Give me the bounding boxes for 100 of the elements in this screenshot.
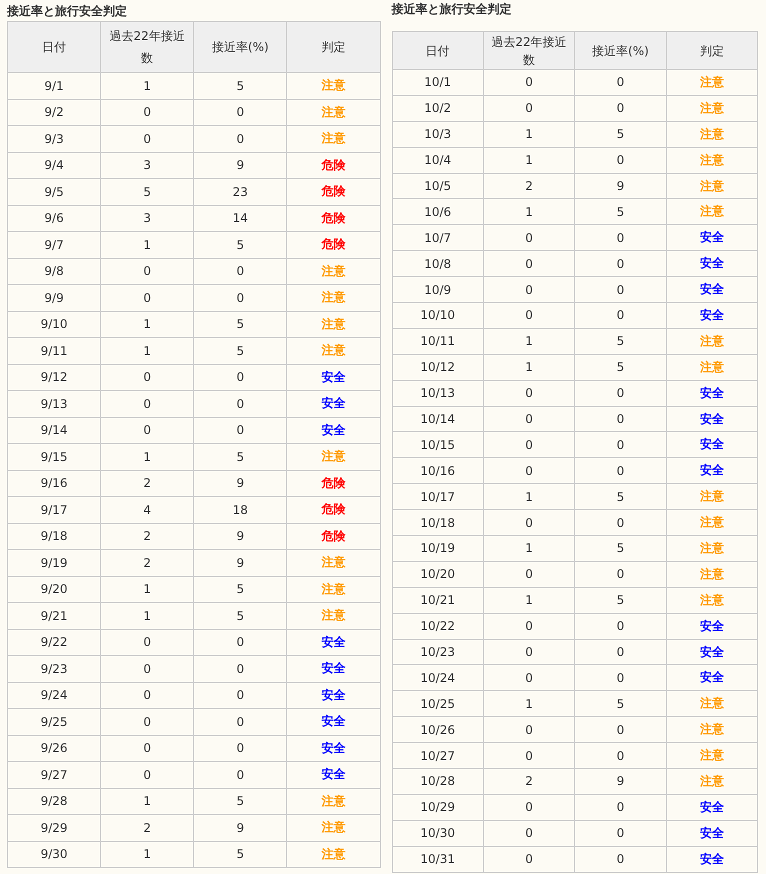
table-cell: 0	[574, 613, 666, 640]
verdict-cell: 注意	[666, 768, 758, 794]
table-cell: 5	[574, 587, 666, 614]
table-cell: 1	[100, 602, 194, 629]
table-cell: 0	[483, 95, 575, 122]
table-cell: 5	[574, 536, 666, 562]
table-cell: 0	[483, 639, 575, 665]
verdict-cell: 注意	[666, 536, 758, 562]
verdict-cell: 安全	[666, 406, 758, 432]
table-cell: 0	[100, 364, 194, 390]
verdict-cell: 安全	[286, 364, 380, 390]
table-cell: 0	[574, 250, 666, 277]
verdict-cell: 注意	[666, 121, 758, 148]
table-cell: 10/11	[392, 328, 484, 354]
column-header: 判定	[286, 22, 380, 72]
table-cell: 9/26	[8, 735, 101, 762]
table-cell: 0	[574, 302, 666, 328]
table-cell: 10/27	[392, 742, 484, 769]
verdict-cell: 注意	[286, 284, 380, 311]
table-cell: 10/24	[392, 664, 484, 691]
table-cell: 0	[574, 70, 666, 96]
table-cell: 9	[194, 470, 287, 496]
table-cell: 10/6	[392, 198, 484, 225]
verdict-cell: 注意	[286, 338, 380, 364]
table-cell: 9	[194, 523, 287, 550]
table-cell: 0	[483, 794, 575, 820]
table-cell: 9/2	[8, 99, 101, 126]
table-cell: 0	[483, 510, 575, 536]
table-cell: 1	[100, 311, 194, 338]
table-cell: 0	[483, 70, 575, 96]
verdict-cell: 安全	[286, 656, 380, 682]
verdict-cell: 注意	[666, 173, 758, 199]
table-cell: 1	[483, 484, 575, 510]
table-cell: 10/28	[392, 768, 484, 794]
verdict-cell: 注意	[666, 70, 758, 96]
table-cell: 1	[100, 72, 194, 99]
table-cell: 2	[100, 470, 194, 496]
table-cell: 0	[483, 613, 575, 640]
table-cell: 0	[574, 458, 666, 484]
table-cell: 5	[194, 576, 287, 602]
verdict-cell: 安全	[666, 639, 758, 665]
verdict-cell: 注意	[286, 576, 380, 602]
table-cell: 9/28	[8, 788, 101, 814]
table-cell: 5	[574, 354, 666, 380]
table-cell: 0	[483, 380, 575, 406]
table-cell: 10/10	[392, 302, 484, 328]
verdict-cell: 注意	[286, 258, 380, 284]
table-cell: 9/23	[8, 656, 101, 682]
verdict-cell: 注意	[286, 311, 380, 338]
verdict-cell: 危険	[286, 232, 380, 258]
column-header: 過去22年接近数	[483, 32, 575, 70]
table-cell: 9/29	[8, 814, 101, 841]
table-cell: 0	[574, 846, 666, 872]
verdict-cell: 注意	[666, 510, 758, 536]
table-cell: 1	[483, 328, 575, 354]
table-cell: 1	[483, 354, 575, 380]
table-cell: 10/31	[392, 846, 484, 872]
table-cell: 10/4	[392, 147, 484, 174]
verdict-cell: 安全	[666, 276, 758, 303]
verdict-cell: 注意	[666, 690, 758, 717]
verdict-cell: 危険	[286, 523, 380, 550]
table-cell: 0	[483, 276, 575, 303]
table-cell: 9/16	[8, 470, 101, 496]
table-cell: 2	[100, 523, 194, 550]
table-cell: 5	[574, 198, 666, 225]
table-cell: 0	[194, 656, 287, 682]
table-cell: 9/22	[8, 629, 101, 656]
verdict-cell: 安全	[666, 664, 758, 691]
verdict-cell: 注意	[286, 814, 380, 841]
table-cell: 9/19	[8, 550, 101, 576]
table-cell: 2	[483, 173, 575, 199]
table-cell: 2	[483, 768, 575, 794]
verdict-cell: 注意	[286, 444, 380, 470]
table-cell: 0	[194, 390, 287, 417]
column-header: 接近率(%)	[194, 22, 287, 72]
verdict-cell: 注意	[666, 328, 758, 354]
verdict-cell: 安全	[666, 613, 758, 640]
verdict-cell: 注意	[286, 99, 380, 126]
table-cell: 3	[100, 152, 194, 178]
table-cell: 5	[574, 484, 666, 510]
table-cell: 1	[483, 121, 575, 148]
verdict-cell: 安全	[286, 708, 380, 735]
table-cell: 0	[100, 284, 194, 311]
table-cell: 0	[483, 458, 575, 484]
table-cell: 0	[483, 406, 575, 432]
table-cell: 2	[100, 814, 194, 841]
column-header: 日付	[392, 32, 484, 70]
table-cell: 1	[100, 841, 194, 868]
table-cell: 1	[483, 690, 575, 717]
table-cell: 9/13	[8, 390, 101, 417]
table-cell: 0	[194, 99, 287, 126]
table-cell: 10/3	[392, 121, 484, 148]
table-cell: 9/27	[8, 762, 101, 788]
table-cell: 10/19	[392, 536, 484, 562]
table-cell: 0	[194, 762, 287, 788]
table-cell: 3	[100, 205, 194, 232]
table-cell: 10/25	[392, 690, 484, 717]
table-cell: 9/20	[8, 576, 101, 602]
verdict-cell: 安全	[666, 224, 758, 251]
verdict-cell: 危険	[286, 152, 380, 178]
